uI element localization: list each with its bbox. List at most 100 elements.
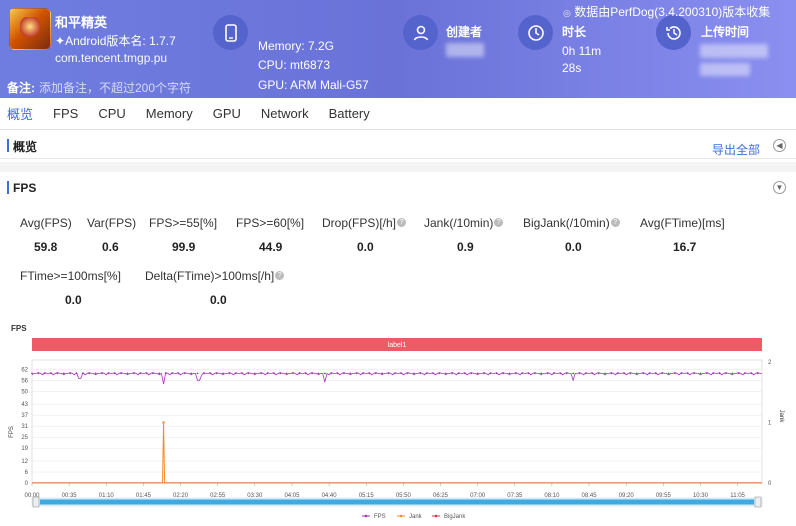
creator-value-redacted <box>446 43 484 57</box>
slider-fill[interactable] <box>40 499 754 505</box>
fps-point <box>750 372 753 375</box>
metric-value: 0.0 <box>210 293 227 307</box>
duration-label: 时长 <box>562 25 587 39</box>
fps-point <box>674 372 676 375</box>
fps-point <box>553 372 555 375</box>
creator-label: 创建者 <box>446 25 483 39</box>
fps-point <box>56 372 59 375</box>
y-tick-label: 0 <box>25 481 29 487</box>
tab-cpu[interactable]: CPU <box>98 106 125 121</box>
fps-point <box>406 372 409 375</box>
fps-point <box>190 372 193 375</box>
fps-point <box>584 372 587 375</box>
fps-point <box>94 372 97 375</box>
fps-point <box>667 372 670 375</box>
metric-value: 0.6 <box>102 240 119 254</box>
y2-axis-label: Jank <box>778 410 784 424</box>
fps-point <box>546 372 549 375</box>
fps-point <box>731 372 734 375</box>
fps-chart[interactable]: FPS label1 06121925313743505662012 00:00… <box>0 320 796 526</box>
fps-point <box>247 372 250 375</box>
duration-value: 0h 11m <box>562 44 602 58</box>
fps-point <box>508 372 511 375</box>
help-icon[interactable]: ? <box>610 218 620 227</box>
fps-point <box>686 372 689 375</box>
collapse-icon[interactable]: ◀ <box>773 139 786 152</box>
fps-point <box>132 372 135 375</box>
fps-point <box>317 372 320 375</box>
y-axis-ticks: 06121925313743505662012 <box>21 360 772 487</box>
chart-title: FPS <box>11 324 27 333</box>
fps-point <box>565 372 568 375</box>
note-label: 备注: <box>7 81 35 95</box>
fps-point <box>222 372 224 375</box>
fps-point <box>285 372 288 375</box>
tab-fps[interactable]: FPS <box>53 106 78 121</box>
chart-legend[interactable]: FPS Jank BigJank <box>362 514 466 520</box>
phone-icon <box>213 15 248 50</box>
fps-point <box>425 372 428 375</box>
metric-label: Var(FPS) <box>87 216 137 230</box>
fps-point <box>228 372 231 375</box>
fps-point <box>126 372 129 375</box>
fps-point <box>183 372 186 375</box>
fps-point <box>521 372 524 375</box>
fps-point <box>113 372 116 375</box>
slider-handle-left[interactable] <box>32 496 40 508</box>
export-all-link[interactable]: 导出全部 <box>712 141 760 158</box>
fps-point <box>725 372 727 375</box>
metric-value: 16.7 <box>673 240 697 254</box>
fps-point <box>712 372 715 375</box>
fps-point <box>623 372 625 375</box>
fps-point <box>304 372 307 375</box>
fps-point <box>705 372 708 375</box>
fps-point <box>718 372 721 375</box>
app-icon <box>9 8 51 50</box>
android-icon: ✦ <box>55 34 66 48</box>
tab-battery[interactable]: Battery <box>329 106 370 121</box>
history-icon <box>656 15 691 50</box>
fps-point <box>438 372 441 375</box>
tab-bar: 概览 FPS CPU Memory GPU Network Battery <box>0 98 796 130</box>
expand-icon[interactable]: ▼ <box>773 181 786 194</box>
plot-frame <box>31 359 763 484</box>
chart-grid <box>31 359 763 486</box>
tab-network[interactable]: Network <box>261 106 309 121</box>
tab-gpu[interactable]: GPU <box>213 106 241 121</box>
note-bar[interactable]: 备注: 添加备注，不超过200个字符 <box>0 73 796 98</box>
fps-point <box>69 372 72 375</box>
fps-point <box>693 372 695 375</box>
fps-point <box>37 372 40 375</box>
fps-point <box>374 372 377 375</box>
legend-marker <box>364 514 368 518</box>
fps-point <box>756 372 759 375</box>
app-version: ✦Android版本名: 1.7.7 <box>55 34 176 48</box>
fps-point <box>393 372 396 375</box>
note-input[interactable]: 添加备注，不超过200个字符 <box>39 81 191 95</box>
fps-point <box>642 372 645 375</box>
metric-value: 99.9 <box>172 240 196 254</box>
y-tick-label: 12 <box>21 459 28 465</box>
overview-section-header: 概览 <box>0 131 796 159</box>
y-tick-label: 19 <box>21 446 28 452</box>
help-icon[interactable]: ? <box>494 218 504 227</box>
y-tick-label: 56 <box>21 378 28 384</box>
info-icon: ◎ <box>563 8 571 18</box>
fps-point <box>457 372 460 375</box>
fps-point <box>514 372 517 375</box>
metric-value: 0.0 <box>65 293 82 307</box>
chart-series <box>31 371 762 484</box>
tab-memory[interactable]: Memory <box>146 106 193 121</box>
tab-overview[interactable]: 概览 <box>7 104 33 123</box>
slider-handle-right[interactable] <box>754 496 762 508</box>
fps-point <box>540 372 543 375</box>
help-icon[interactable]: ? <box>275 271 285 280</box>
time-range-slider[interactable] <box>31 496 763 508</box>
y-tick-label: 62 <box>21 367 28 373</box>
fps-point <box>349 372 352 375</box>
fps-point <box>483 372 485 375</box>
help-icon[interactable]: ? <box>397 218 407 227</box>
fps-point <box>451 372 454 375</box>
jank-point <box>162 421 165 424</box>
metric-label: FPS>=55[%] <box>149 216 218 230</box>
